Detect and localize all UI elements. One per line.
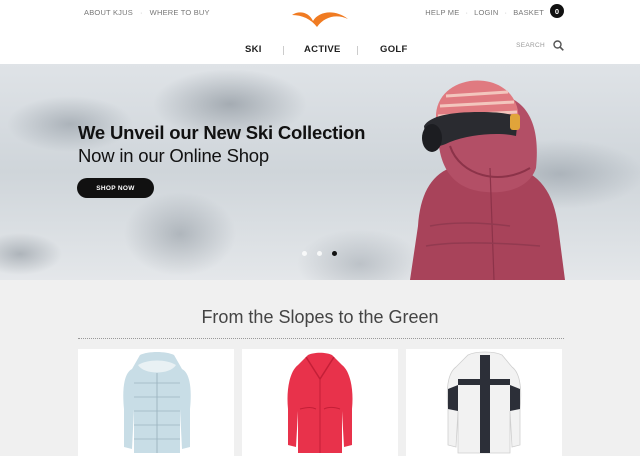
utility-nav-right: HELP ME · LOGIN · BASKET: [425, 8, 544, 17]
section-title: From the Slopes to the Green: [201, 307, 439, 327]
hero-subtitle: Now in our Online Shop: [78, 145, 269, 166]
separator: ·: [465, 8, 469, 17]
product-card[interactable]: [78, 349, 234, 456]
where-to-buy-link[interactable]: WHERE TO BUY: [150, 8, 210, 17]
site-header: ABOUT KJUS · WHERE TO BUY HELP ME · LOGI…: [0, 0, 640, 64]
red-jacket-image: [287, 352, 353, 453]
search[interactable]: SEARCH: [516, 40, 564, 51]
product-card[interactable]: [406, 349, 562, 456]
about-link[interactable]: ABOUT KJUS: [84, 8, 133, 17]
search-icon[interactable]: [553, 40, 564, 51]
login-link[interactable]: LOGIN: [474, 8, 498, 17]
nav-divider: [357, 46, 358, 55]
hero-title: We Unveil our New Ski Collection: [78, 122, 366, 143]
nav-divider: [283, 46, 284, 55]
hero-banner: We Unveil our New Ski Collection Now in …: [0, 64, 640, 280]
carousel-dots: [302, 251, 337, 256]
shop-now-button[interactable]: SHOP NOW: [77, 178, 154, 198]
search-label[interactable]: SEARCH: [516, 42, 545, 49]
skier-image: [410, 80, 565, 280]
light-blue-jacket-image: [123, 352, 191, 453]
page: ABOUT KJUS · WHERE TO BUY HELP ME · LOGI…: [0, 0, 640, 456]
white-black-jacket-image: [446, 351, 522, 454]
utility-nav-left: ABOUT KJUS · WHERE TO BUY: [84, 8, 210, 17]
product-card[interactable]: [242, 349, 398, 456]
nav-ski[interactable]: SKI: [245, 44, 262, 55]
separator: ·: [504, 8, 508, 17]
help-link[interactable]: HELP ME: [425, 8, 459, 17]
carousel-dot-active[interactable]: [332, 251, 337, 256]
nav-golf[interactable]: GOLF: [380, 44, 408, 55]
kjus-logo[interactable]: [289, 7, 351, 33]
dotted-divider: [78, 338, 564, 339]
nav-active[interactable]: ACTIVE: [304, 44, 341, 55]
carousel-dot[interactable]: [317, 251, 322, 256]
basket-link[interactable]: BASKET: [513, 8, 544, 17]
carousel-dot[interactable]: [302, 251, 307, 256]
separator: ·: [139, 8, 143, 17]
basket-count-badge[interactable]: 0: [550, 4, 564, 18]
